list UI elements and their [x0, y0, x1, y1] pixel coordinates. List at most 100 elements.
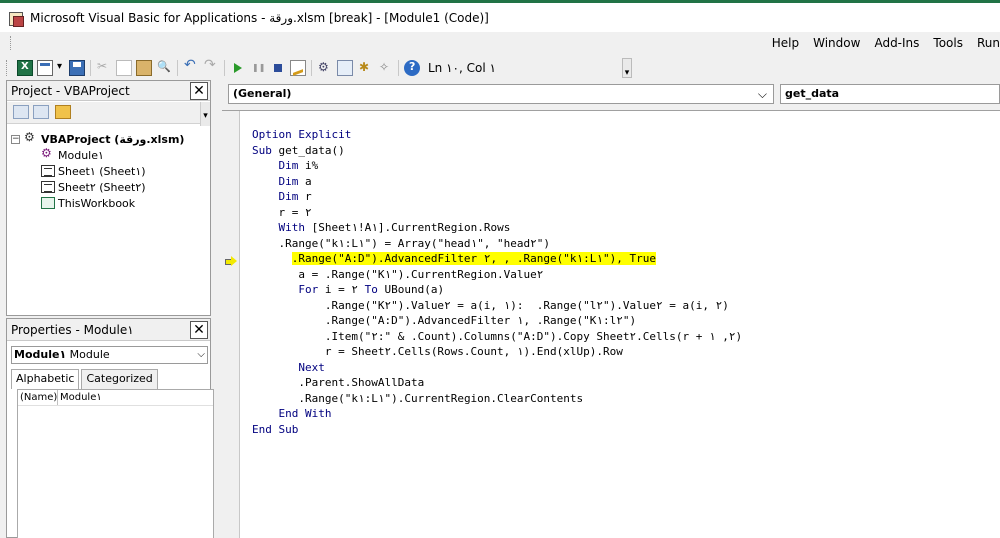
- project-explorer-title: Project - VBAProject: [7, 81, 210, 101]
- redo-icon[interactable]: [203, 57, 219, 76]
- code-line[interactable]: Dim a: [252, 174, 742, 190]
- object-browser-icon[interactable]: [357, 60, 373, 76]
- code-line[interactable]: With [Sheet١!A١].CurrentRegion.Rows: [252, 220, 742, 236]
- code-line[interactable]: a = .Range("K١").CurrentRegion.Value٢: [252, 267, 742, 283]
- code-line[interactable]: Dim i%: [252, 158, 742, 174]
- tree-item-label: Module١: [58, 148, 104, 162]
- code-keyword: For: [298, 283, 319, 296]
- toolbar-options-icon[interactable]: ▾: [622, 58, 632, 78]
- insert-dropdown-icon[interactable]: [57, 60, 65, 76]
- break-icon[interactable]: [250, 60, 266, 76]
- toolbar-separator: [311, 60, 312, 76]
- toolbox-icon[interactable]: [377, 60, 393, 76]
- code-line[interactable]: .Range("k١:L١") = Array("head١", "head٢"…: [252, 236, 742, 252]
- tree-item-module[interactable]: Module١: [11, 146, 206, 163]
- tree-item-thisworkbook[interactable]: ThisWorkbook: [11, 195, 206, 211]
- tree-item-sheet2[interactable]: Sheet٢ (Sheet٢): [11, 179, 206, 195]
- properties-window: Properties - Module١ ✕ Module١ Module ⌵ …: [6, 318, 214, 538]
- code-line[interactable]: .Range("K٢").Value٢ = a(i, ١): .Range("l…: [252, 298, 742, 314]
- object-combo[interactable]: (General) ⌵: [228, 84, 774, 104]
- code-line[interactable]: .Item("٢:" & .Count).Columns("A:D").Copy…: [252, 329, 742, 345]
- tree-item-label: Sheet٢ (Sheet٢): [58, 180, 146, 194]
- tab-categorized[interactable]: Categorized: [81, 369, 158, 389]
- toolbar-separator: [224, 60, 225, 76]
- save-icon[interactable]: [69, 60, 85, 76]
- cut-icon[interactable]: [96, 59, 112, 76]
- code-line[interactable]: .Range("A:D").AdvancedFilter ٢, , .Range…: [252, 251, 742, 267]
- code-keyword: With: [278, 221, 306, 234]
- window-title: Microsoft Visual Basic for Applications …: [30, 10, 489, 25]
- view-object-icon[interactable]: [33, 105, 49, 119]
- properties-tabs: Alphabetic Categorized: [11, 369, 160, 389]
- cursor-position: Ln ١٠, Col ١: [428, 61, 496, 75]
- properties-window-icon[interactable]: [337, 60, 353, 76]
- code-editor[interactable]: Option Explicit Sub get_data() Dim i% Dim…: [222, 110, 1000, 538]
- code-line[interactable]: .Range("k١:L١").CurrentRegion.ClearConte…: [252, 391, 742, 407]
- tree-item-sheet1[interactable]: Sheet١ (Sheet١): [11, 163, 206, 179]
- undo-icon[interactable]: [183, 57, 199, 76]
- menu-tools[interactable]: Tools: [933, 36, 963, 50]
- code-line[interactable]: End Sub: [252, 422, 742, 438]
- menu-add-ins[interactable]: Add-Ins: [874, 36, 919, 50]
- design-mode-icon[interactable]: [290, 60, 306, 76]
- code-line[interactable]: Next: [252, 360, 742, 376]
- project-toolbar-scroll[interactable]: ▾: [200, 102, 210, 126]
- view-code-icon[interactable]: [13, 105, 29, 119]
- code-keyword: Dim: [278, 159, 299, 172]
- title-bar: Microsoft Visual Basic for Applications …: [0, 0, 1000, 32]
- code-line[interactable]: Dim r: [252, 189, 742, 205]
- code-line[interactable]: .Range("A:D").AdvancedFilter ١, .Range("…: [252, 313, 742, 329]
- code-line[interactable]: Sub get_data(): [252, 143, 742, 159]
- toolbar-separator: [177, 60, 178, 76]
- chevron-down-icon: ⌵: [197, 349, 205, 360]
- menu-run[interactable]: Run: [977, 36, 1000, 50]
- tree-item-label: VBAProject (ورقة.xlsm): [41, 132, 185, 146]
- vba-app-icon: [8, 10, 24, 27]
- collapse-icon[interactable]: −: [11, 134, 20, 144]
- code-line[interactable]: End With: [252, 406, 742, 422]
- properties-grid: (Name) Module١: [17, 389, 214, 538]
- property-value[interactable]: Module١: [58, 390, 102, 405]
- run-icon[interactable]: [230, 60, 246, 76]
- toolbar-separator: [398, 60, 399, 76]
- toggle-folders-icon[interactable]: [55, 105, 71, 119]
- code-text[interactable]: Option Explicit Sub get_data() Dim i% Dim…: [252, 127, 742, 437]
- insert-userform-icon[interactable]: [37, 60, 53, 76]
- tree-item-label: ThisWorkbook: [58, 196, 136, 210]
- current-statement-highlight: .Range("A:D").AdvancedFilter ٢, , .Range…: [291, 252, 657, 265]
- procedure-combo-value: get_data: [785, 87, 840, 100]
- project-toolbar: [7, 102, 210, 124]
- project-tree: − VBAProject (ورقة.xlsm) Module١ Sheet١ …: [11, 130, 206, 211]
- object-select[interactable]: Module١ Module ⌵: [11, 346, 208, 364]
- project-explorer-icon[interactable]: [317, 60, 333, 76]
- reset-icon[interactable]: [270, 60, 286, 76]
- tree-item-project[interactable]: − VBAProject (ورقة.xlsm): [11, 130, 206, 147]
- object-name: Module١: [14, 348, 67, 361]
- view-excel-icon[interactable]: [17, 60, 33, 76]
- code-line[interactable]: r = ٢: [252, 205, 742, 221]
- help-icon[interactable]: [404, 60, 420, 76]
- copy-icon[interactable]: [116, 60, 132, 76]
- menu-help[interactable]: Help: [772, 36, 799, 50]
- code-line[interactable]: For i = ٢ To UBound(a): [252, 282, 742, 298]
- property-row[interactable]: (Name) Module١: [18, 390, 213, 406]
- close-icon[interactable]: ✕: [190, 82, 208, 100]
- code-line[interactable]: r = Sheet٢.Cells(Rows.Count, ١).End(xlUp…: [252, 344, 742, 360]
- menu-window[interactable]: Window: [813, 36, 860, 50]
- tree-item-label: Sheet١ (Sheet١): [58, 164, 146, 178]
- close-icon[interactable]: ✕: [190, 321, 208, 339]
- tab-alphabetic[interactable]: Alphabetic: [11, 369, 80, 389]
- code-window-header: (General) ⌵ get_data: [222, 82, 1000, 108]
- standard-toolbar: Ln ١٠, Col ١ ▾: [0, 56, 632, 80]
- object-type: Module: [69, 348, 110, 361]
- code-keyword: End With: [278, 407, 332, 420]
- code-keyword: To: [364, 283, 378, 296]
- paste-icon[interactable]: [136, 60, 152, 76]
- code-line[interactable]: .Parent.ShowAllData: [252, 375, 742, 391]
- workbook-icon: [41, 197, 55, 209]
- margin-indicator-bar[interactable]: [222, 111, 240, 538]
- code-keyword: Sub: [252, 143, 272, 157]
- find-icon[interactable]: [156, 60, 172, 76]
- code-line[interactable]: Option Explicit: [252, 127, 742, 143]
- procedure-combo[interactable]: get_data: [780, 84, 1000, 104]
